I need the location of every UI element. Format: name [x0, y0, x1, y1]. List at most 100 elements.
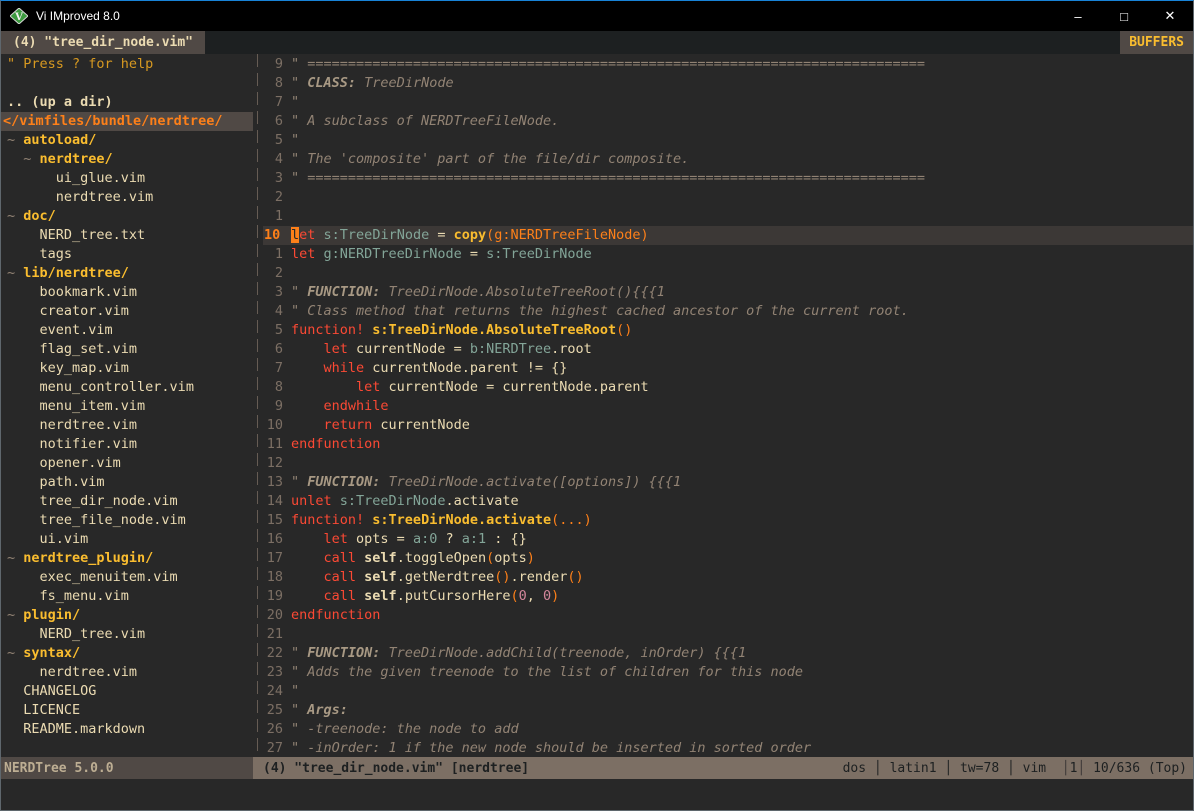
nerdtree-file-row[interactable]: nerdtree.vim: [1, 416, 253, 435]
maximize-button[interactable]: □: [1101, 1, 1147, 31]
code-text: " -treenode: the node to add: [291, 720, 519, 739]
nerdtree-file-row[interactable]: nerdtree.vim: [1, 188, 253, 207]
code-line[interactable]: 23" Adds the given treenode to the list …: [263, 663, 1193, 682]
code-line[interactable]: 5": [263, 131, 1193, 150]
code-line[interactable]: 10let s:TreeDirNode = copy(g:NERDTreeFil…: [263, 226, 1193, 245]
code-line[interactable]: 8 let currentNode = currentNode.parent: [263, 378, 1193, 397]
nerdtree-dir-row[interactable]: ~ lib/nerdtree/: [1, 264, 253, 283]
code-line[interactable]: 6 let currentNode = b:NERDTree.root: [263, 340, 1193, 359]
code-line[interactable]: 25" Args:: [263, 701, 1193, 720]
tab-tree-dir-node[interactable]: (4) "tree_dir_node.vim": [1, 31, 205, 54]
nerdtree-file-row[interactable]: creator.vim: [1, 302, 253, 321]
nerdtree-file-row[interactable]: NERD_tree.vim: [1, 625, 253, 644]
code-line[interactable]: 11endfunction: [263, 435, 1193, 454]
nerdtree-dir-row[interactable]: ~ syntax/: [1, 644, 253, 663]
nerdtree-file-row[interactable]: fs_menu.vim: [1, 587, 253, 606]
code-token: FUNCTION:: [307, 645, 380, 661]
nerdtree-dir-row[interactable]: ~ autoload/: [1, 131, 253, 150]
nerdtree-file-row[interactable]: CHANGELOG: [1, 682, 253, 701]
code-line[interactable]: 24": [263, 682, 1193, 701]
nerdtree-file-row[interactable]: exec_menuitem.vim: [1, 568, 253, 587]
line-number: 17: [263, 549, 291, 568]
code-line[interactable]: 10 return currentNode: [263, 416, 1193, 435]
node-label: event.vim: [40, 322, 113, 338]
code-token: call: [324, 588, 357, 604]
code-text: endfunction: [291, 435, 380, 454]
code-token: ): [551, 588, 559, 604]
nerdtree-file-row[interactable]: notifier.vim: [1, 435, 253, 454]
code-text: " Adds the given treenode to the list of…: [291, 663, 803, 682]
code-line[interactable]: 7 while currentNode.parent != {}: [263, 359, 1193, 378]
code-line[interactable]: 1: [263, 207, 1193, 226]
code-token: [315, 227, 323, 243]
line-number: 4: [263, 302, 291, 321]
code-line[interactable]: 14unlet s:TreeDirNode.activate: [263, 492, 1193, 511]
code-token: =: [462, 246, 486, 262]
nerdtree-file-row[interactable]: NERD_tree.txt: [1, 226, 253, 245]
nerdtree-file-row[interactable]: tree_dir_node.vim: [1, 492, 253, 511]
nerdtree-file-row[interactable]: ui.vim: [1, 530, 253, 549]
code-line[interactable]: 9 endwhile: [263, 397, 1193, 416]
code-line[interactable]: 3" =====================================…: [263, 169, 1193, 188]
code-line[interactable]: 4" The 'composite' part of the file/dir …: [263, 150, 1193, 169]
code-line[interactable]: 7": [263, 93, 1193, 112]
nerdtree-file-row[interactable]: event.vim: [1, 321, 253, 340]
line-number: 8: [263, 378, 291, 397]
code-line[interactable]: 17 call self.toggleOpen(opts): [263, 549, 1193, 568]
code-token: currentNode.parent != {}: [364, 360, 567, 376]
nerdtree-file-row[interactable]: ui_glue.vim: [1, 169, 253, 188]
code-line[interactable]: 3" FUNCTION: TreeDirNode.AbsoluteTreeRoo…: [263, 283, 1193, 302]
code-token: " -inOrder: 1 if the new node should be …: [291, 740, 811, 756]
code-line[interactable]: 9" =====================================…: [263, 55, 1193, 74]
code-token: ": [291, 284, 307, 300]
code-line[interactable]: 26" -treenode: the node to add: [263, 720, 1193, 739]
nerdtree-dir-row[interactable]: ~ plugin/: [1, 606, 253, 625]
code-line[interactable]: 21: [263, 625, 1193, 644]
nerdtree-dir-row[interactable]: ~ doc/: [1, 207, 253, 226]
node-label: path.vim: [40, 474, 105, 490]
code-line[interactable]: 8" CLASS: TreeDirNode: [263, 74, 1193, 93]
nerdtree-up-row[interactable]: .. (up a dir): [1, 93, 253, 112]
code-line[interactable]: 12: [263, 454, 1193, 473]
nerdtree-dir-row[interactable]: ~ nerdtree_plugin/: [1, 549, 253, 568]
node-label: notifier.vim: [40, 436, 138, 452]
code-line[interactable]: 2: [263, 264, 1193, 283]
code-line[interactable]: 19 call self.putCursorHere(0, 0): [263, 587, 1193, 606]
nerdtree-file-row[interactable]: path.vim: [1, 473, 253, 492]
line-number: 5: [263, 131, 291, 150]
minimize-button[interactable]: –: [1055, 1, 1101, 31]
nerdtree-file-row[interactable]: LICENCE: [1, 701, 253, 720]
code-line[interactable]: 22" FUNCTION: TreeDirNode.addChild(treen…: [263, 644, 1193, 663]
nerdtree-file-row[interactable]: tree_file_node.vim: [1, 511, 253, 530]
nerdtree-file-row[interactable]: key_map.vim: [1, 359, 253, 378]
code-line[interactable]: 1let g:NERDTreeDirNode = s:TreeDirNode: [263, 245, 1193, 264]
nerdtree-file-row[interactable]: tags: [1, 245, 253, 264]
titlebar[interactable]: V Vi IMproved 8.0 – □ ✕: [1, 1, 1193, 31]
code-line[interactable]: 4" Class method that returns the highest…: [263, 302, 1193, 321]
code-line[interactable]: 27" -inOrder: 1 if the new node should b…: [263, 739, 1193, 757]
code-line[interactable]: 15function! s:TreeDirNode.activate(...): [263, 511, 1193, 530]
code-token: copy: [454, 227, 487, 243]
code-line[interactable]: 16 let opts = a:0 ? a:1 : {}: [263, 530, 1193, 549]
code-line[interactable]: 20endfunction: [263, 606, 1193, 625]
nerdtree-file-row[interactable]: README.markdown: [1, 720, 253, 739]
line-number: 7: [263, 93, 291, 112]
code-line[interactable]: 13" FUNCTION: TreeDirNode.activate([opti…: [263, 473, 1193, 492]
code-line[interactable]: 5function! s:TreeDirNode.AbsoluteTreeRoo…: [263, 321, 1193, 340]
nerdtree-file-row[interactable]: nerdtree.vim: [1, 663, 253, 682]
nerdtree-root-row[interactable]: </vimfiles/bundle/nerdtree/: [1, 112, 253, 131]
code-line[interactable]: 6" A subclass of NERDTreeFileNode.: [263, 112, 1193, 131]
line-number: 12: [263, 454, 291, 473]
nerdtree-file-row[interactable]: bookmark.vim: [1, 283, 253, 302]
nerdtree-file-row[interactable]: opener.vim: [1, 454, 253, 473]
nerdtree-panel: " Press ? for help .. (up a dir)</vimfil…: [1, 54, 253, 757]
code-line[interactable]: 18 call self.getNerdtree().render(): [263, 568, 1193, 587]
nerdtree-file-row[interactable]: flag_set.vim: [1, 340, 253, 359]
code-line[interactable]: 2: [263, 188, 1193, 207]
nerdtree-file-row[interactable]: menu_item.vim: [1, 397, 253, 416]
window-separator[interactable]: [253, 54, 263, 757]
close-button[interactable]: ✕: [1147, 1, 1193, 31]
nerdtree-dir-row[interactable]: ~ nerdtree/: [1, 150, 253, 169]
nerdtree-file-row[interactable]: menu_controller.vim: [1, 378, 253, 397]
editor-lines: 9" =====================================…: [263, 55, 1193, 757]
